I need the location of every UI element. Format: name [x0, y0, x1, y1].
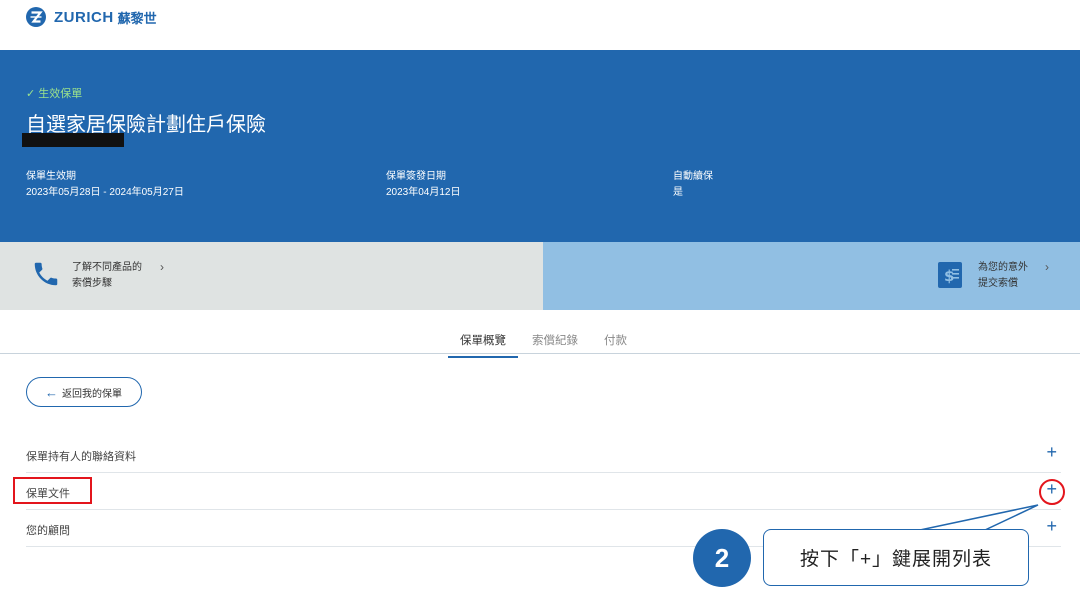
zurich-logo-icon	[26, 7, 46, 27]
zurich-logo[interactable]: ZURICH 蘇黎世	[26, 7, 157, 27]
card-line: 提交索償	[978, 278, 1018, 289]
back-to-my-policies-button[interactable]: ← 返回我的保單	[26, 377, 142, 407]
plus-icon[interactable]: +	[1046, 516, 1057, 536]
accordion-label: 保單持有人的聯絡資料	[26, 451, 136, 463]
meta-value: 2023年04月12日	[386, 187, 461, 198]
highlight-box-policy-documents	[13, 477, 92, 504]
instruction-callout: 按下「+」鍵展開列表	[763, 529, 1029, 586]
submit-claim-card[interactable]: $ 為您的意外 提交索償 ›	[543, 242, 1080, 310]
meta-value: 是	[673, 187, 683, 198]
accordion-policy-documents[interactable]: 保單文件 +	[26, 473, 1061, 510]
tab-payment[interactable]: 付款	[604, 332, 627, 356]
highlight-circle-plus	[1039, 479, 1065, 505]
claim-steps-card[interactable]: 了解不同產品的 索償步驟 ›	[0, 242, 543, 310]
policy-period: 保單生效期 2023年05月28日 - 2024年05月27日	[26, 169, 184, 201]
accordion-policyholder-contact[interactable]: 保單持有人的聯絡資料 +	[26, 436, 1061, 473]
arrow-left-icon: ←	[45, 384, 58, 400]
step-number-badge: 2	[693, 529, 751, 587]
accordion-label: 您的顧問	[26, 525, 70, 537]
meta-label: 保單生效期	[26, 171, 76, 182]
submit-claim-text: 為您的意外 提交索償	[978, 260, 1028, 292]
callout-text: 按下「+」鍵展開列表	[799, 549, 993, 570]
auto-renewal: 自動續保 是	[673, 169, 713, 201]
claim-document-icon: $	[938, 262, 962, 288]
card-line: 為您的意外	[978, 262, 1028, 273]
meta-value: 2023年05月28日 - 2024年05月27日	[26, 187, 184, 198]
brand-name: ZURICH	[54, 8, 114, 26]
policy-tabs: 保單概覽 索償紀錄 付款	[0, 324, 1080, 358]
chevron-right-icon: ›	[1045, 260, 1049, 274]
chevron-right-icon: ›	[160, 260, 164, 274]
top-bar: ZURICH 蘇黎世	[0, 0, 1080, 50]
phone-icon	[34, 262, 58, 286]
card-line: 了解不同產品的	[72, 262, 142, 273]
tab-claim-history[interactable]: 索償紀錄	[532, 332, 578, 356]
plus-icon[interactable]: +	[1046, 442, 1057, 462]
claim-steps-text: 了解不同產品的 索償步驟	[72, 260, 142, 292]
policy-issue-date: 保單簽發日期 2023年04月12日	[386, 169, 461, 201]
tab-policy-overview[interactable]: 保單概覽	[448, 332, 518, 358]
redacted-policy-number	[22, 133, 124, 147]
policy-status: ✓ 生效保單	[26, 88, 83, 100]
brand-sub: 蘇黎世	[117, 10, 157, 26]
meta-label: 自動續保	[673, 171, 713, 182]
policy-hero: ✓ 生效保單 自選家居保險計劃住戶保險 保單生效期 2023年05月28日 - …	[0, 50, 1080, 242]
card-line: 索償步驟	[72, 278, 112, 289]
meta-label: 保單簽發日期	[386, 171, 446, 182]
back-button-label: 返回我的保單	[62, 388, 122, 400]
